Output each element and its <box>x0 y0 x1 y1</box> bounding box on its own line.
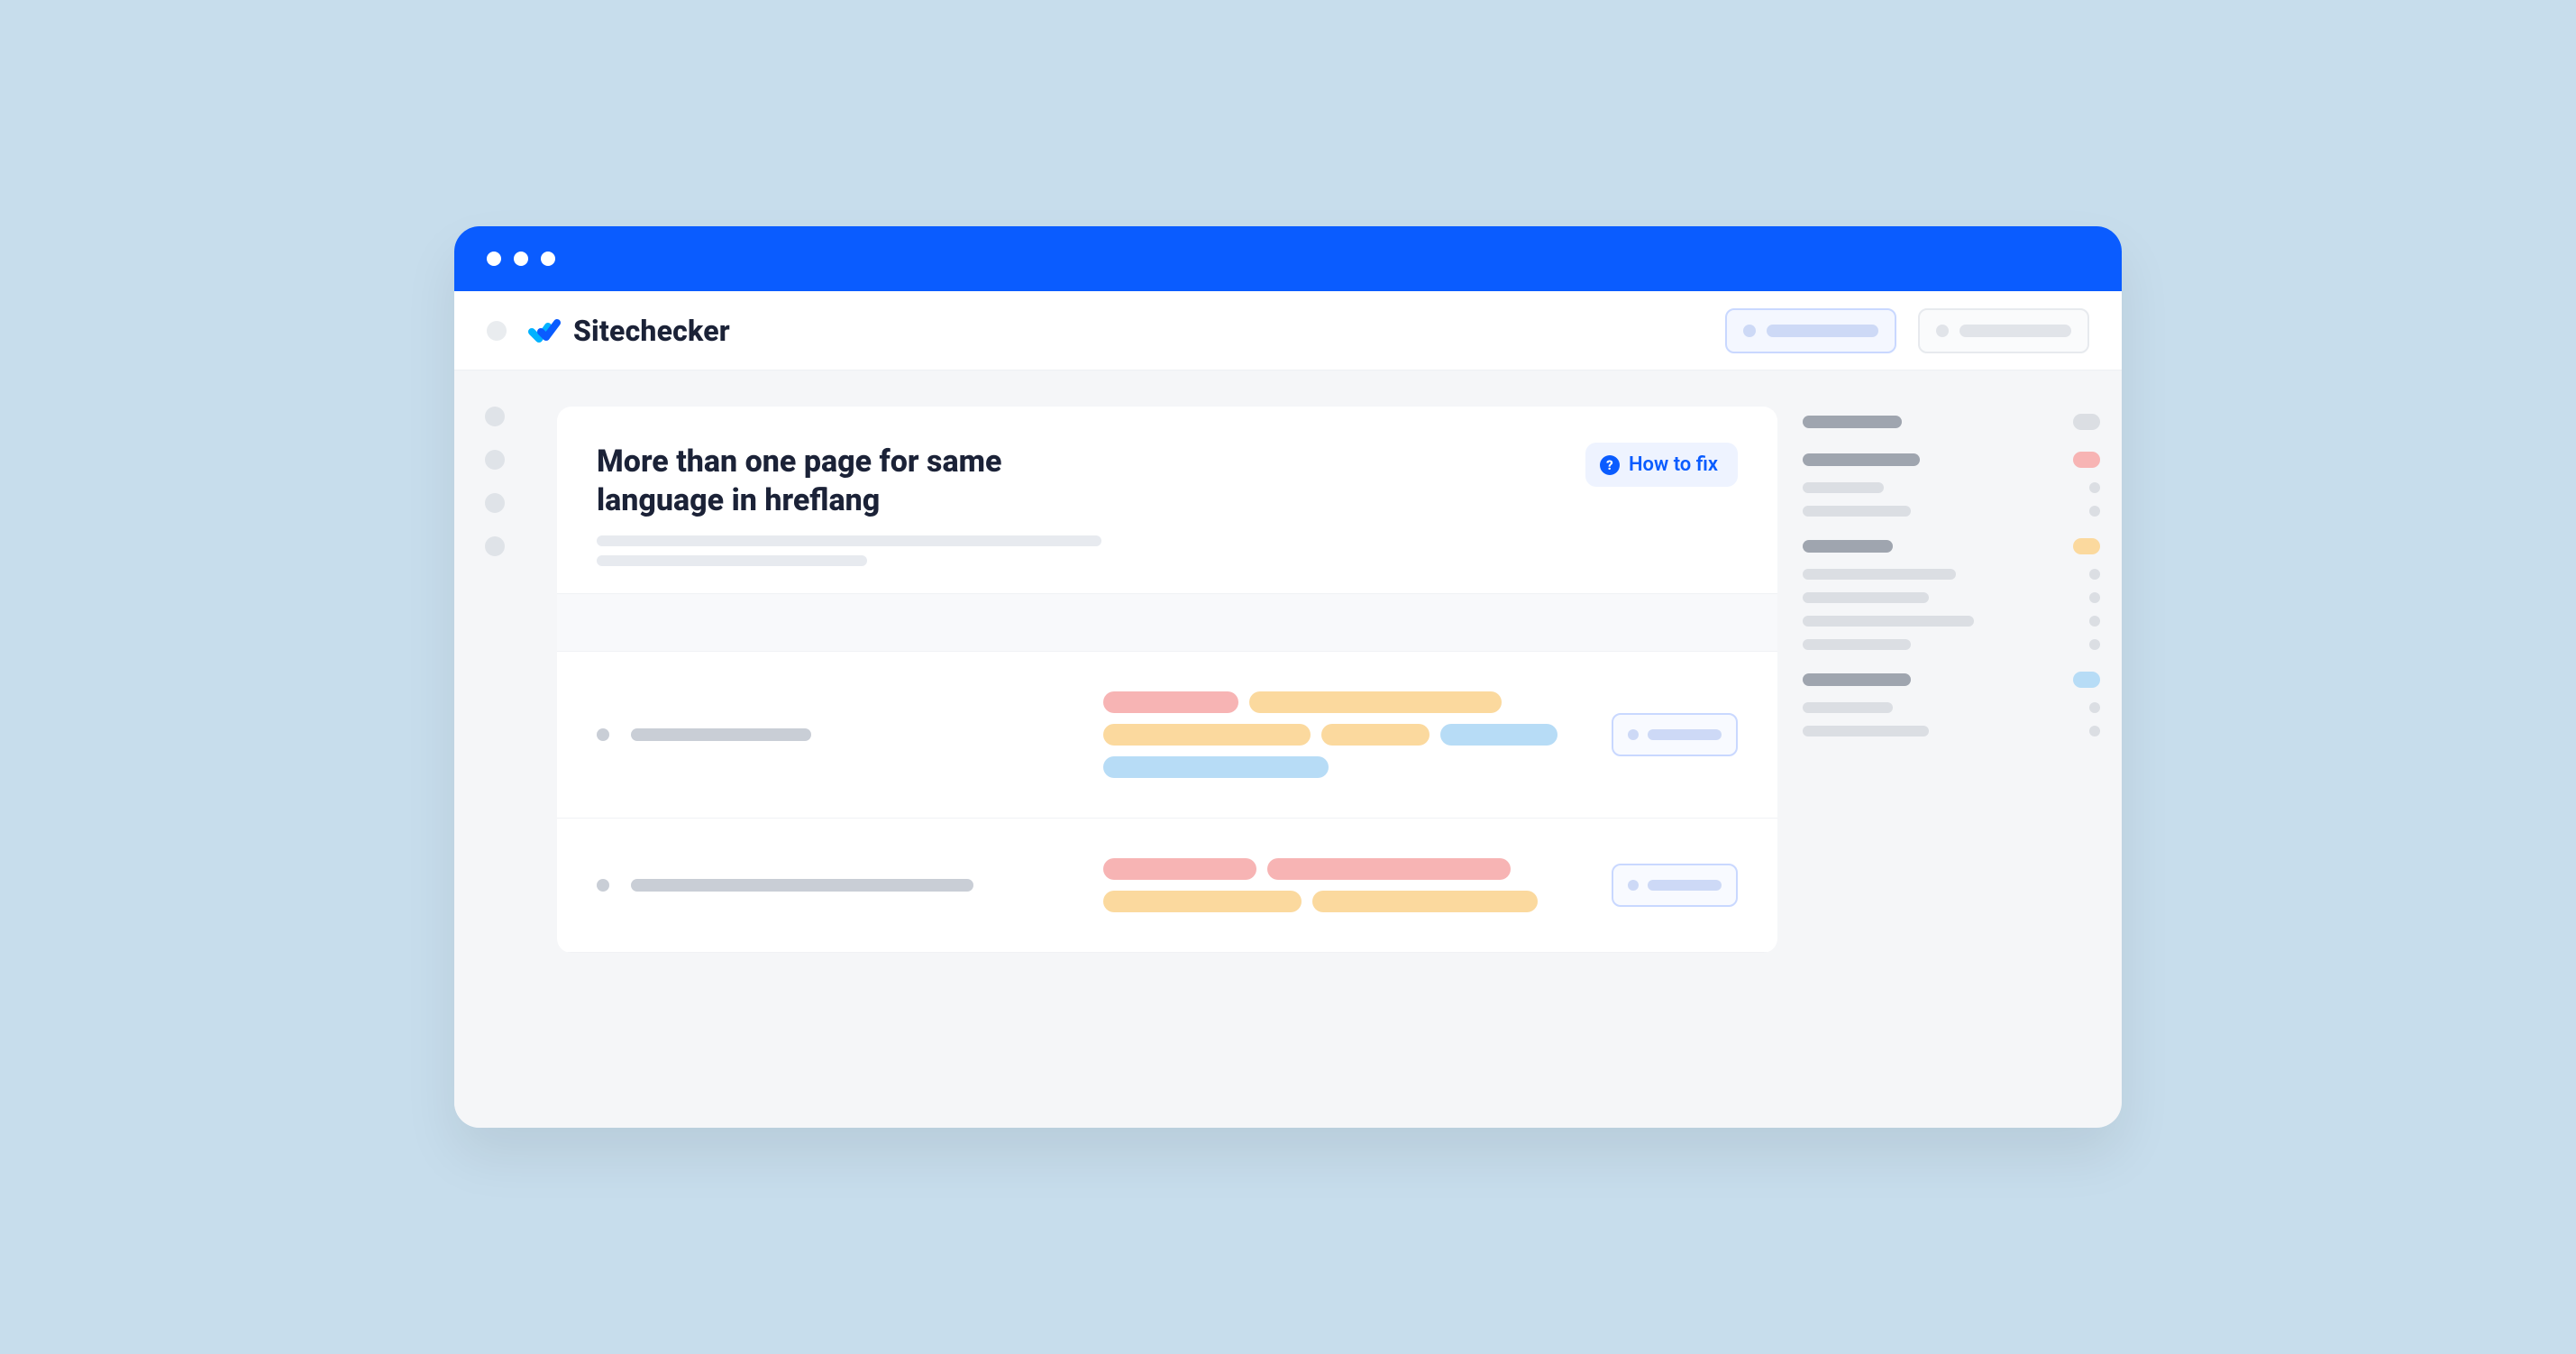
aside-section-head <box>1803 452 2100 468</box>
row-bullet <box>597 728 609 741</box>
placeholder-bar <box>1803 453 1920 466</box>
row-action-button[interactable] <box>1612 713 1738 756</box>
how-to-fix-label: How to fix <box>1629 453 1718 476</box>
row-tags <box>1103 858 1590 912</box>
placeholder-bar <box>1959 325 2071 337</box>
aside-item[interactable] <box>1803 639 2100 650</box>
window-control-dot[interactable] <box>541 252 555 266</box>
check-logo-icon <box>528 317 561 344</box>
help-icon: ? <box>1600 455 1620 475</box>
tag-pill <box>1312 891 1538 912</box>
aside-section <box>1803 452 2100 517</box>
app-header: Sitechecker <box>454 291 2122 371</box>
placeholder-bar <box>597 555 867 566</box>
placeholder-bar <box>1803 592 1929 603</box>
tag-pill <box>1103 724 1311 746</box>
aside-section-head <box>1803 414 2100 430</box>
aside-section-head <box>1803 538 2100 554</box>
tag-pill <box>1103 691 1238 713</box>
status-badge <box>2073 414 2100 430</box>
placeholder-bar <box>1803 616 1974 627</box>
app-window: Sitechecker <box>454 226 2122 1128</box>
placeholder-bar <box>1803 569 1956 580</box>
placeholder-bar <box>597 535 1101 546</box>
main-panel: More than one page for same language in … <box>557 407 1777 1128</box>
header-action-secondary[interactable] <box>1918 308 2089 353</box>
row-tags <box>1103 691 1590 778</box>
issue-title: More than one page for same language in … <box>597 443 1101 519</box>
nav-item[interactable] <box>485 450 505 470</box>
aside-item[interactable] <box>1803 616 2100 627</box>
nav-item[interactable] <box>485 407 505 426</box>
count-dot <box>2089 569 2100 580</box>
status-badge <box>2073 672 2100 688</box>
placeholder-bar <box>1803 540 1893 553</box>
status-badge <box>2073 452 2100 468</box>
content-area: More than one page for same language in … <box>535 371 2122 1128</box>
nav-item[interactable] <box>485 536 505 556</box>
count-dot <box>2089 639 2100 650</box>
placeholder-bar <box>1803 673 1911 686</box>
placeholder-bar <box>1648 880 1722 891</box>
count-dot <box>2089 726 2100 736</box>
window-titlebar <box>454 226 2122 291</box>
aside-item[interactable] <box>1803 702 2100 713</box>
row-url-placeholder <box>631 728 811 741</box>
tag-pill <box>1103 891 1302 912</box>
placeholder-bar <box>1803 702 1893 713</box>
aside-panel <box>1803 407 2100 1128</box>
count-dot <box>2089 482 2100 493</box>
tag-pill <box>1267 858 1511 880</box>
aside-section <box>1803 538 2100 650</box>
placeholder-dot <box>1628 729 1639 740</box>
count-dot <box>2089 616 2100 627</box>
header-action-primary[interactable] <box>1725 308 1896 353</box>
aside-section-head <box>1803 672 2100 688</box>
count-dot <box>2089 592 2100 603</box>
tag-pill <box>1249 691 1502 713</box>
issue-subtitle-placeholder <box>597 535 1101 566</box>
tag-pill <box>1440 724 1557 746</box>
placeholder-bar <box>1803 639 1911 650</box>
nav-rail <box>454 371 535 1128</box>
placeholder-bar <box>1803 506 1911 517</box>
aside-section <box>1803 414 2100 430</box>
placeholder-dot <box>1936 325 1949 337</box>
placeholder-bar <box>1803 726 1929 736</box>
placeholder-dot <box>1743 325 1756 337</box>
row-url-placeholder <box>631 879 973 892</box>
placeholder-dot <box>1628 880 1639 891</box>
tag-pill <box>1103 858 1256 880</box>
issue-row <box>557 819 1777 953</box>
placeholder-bar <box>1767 325 1878 337</box>
aside-item[interactable] <box>1803 482 2100 493</box>
brand-logo[interactable]: Sitechecker <box>528 314 730 348</box>
card-header: More than one page for same language in … <box>557 407 1777 594</box>
window-control-dot[interactable] <box>487 252 501 266</box>
brand-name: Sitechecker <box>573 314 730 348</box>
menu-toggle-icon[interactable] <box>487 321 507 341</box>
card-band <box>557 594 1777 652</box>
issue-row <box>557 652 1777 819</box>
how-to-fix-button[interactable]: ? How to fix <box>1585 443 1738 487</box>
aside-item[interactable] <box>1803 569 2100 580</box>
app-body: More than one page for same language in … <box>454 371 2122 1128</box>
nav-item[interactable] <box>485 493 505 513</box>
tag-pill <box>1321 724 1430 746</box>
aside-section <box>1803 672 2100 736</box>
placeholder-bar <box>1648 729 1722 740</box>
issue-card: More than one page for same language in … <box>557 407 1777 953</box>
placeholder-bar <box>1803 482 1884 493</box>
count-dot <box>2089 702 2100 713</box>
row-bullet <box>597 879 609 892</box>
count-dot <box>2089 506 2100 517</box>
aside-item[interactable] <box>1803 726 2100 736</box>
row-action-button[interactable] <box>1612 864 1738 907</box>
placeholder-bar <box>1803 416 1902 428</box>
window-control-dot[interactable] <box>514 252 528 266</box>
status-badge <box>2073 538 2100 554</box>
tag-pill <box>1103 756 1329 778</box>
aside-item[interactable] <box>1803 592 2100 603</box>
aside-item[interactable] <box>1803 506 2100 517</box>
